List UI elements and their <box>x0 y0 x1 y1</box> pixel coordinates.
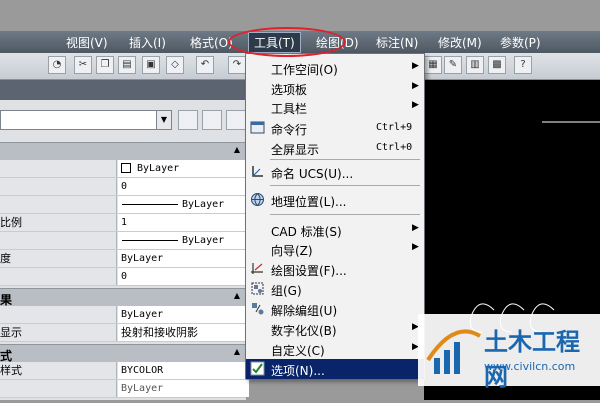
collapse-icon[interactable]: ▲ <box>234 291 240 300</box>
block-editor-icon[interactable]: ◇ <box>166 56 184 74</box>
publish-icon[interactable]: ◔ <box>48 56 66 74</box>
menu-separator <box>270 214 420 215</box>
menu-item-named-ucs[interactable]: 命名 UCS(U)... <box>246 162 424 182</box>
property-row[interactable]: ByLayer <box>0 306 249 324</box>
property-row[interactable]: ByLayer <box>0 160 246 178</box>
watermark-url: www.civilcn.com <box>484 360 576 373</box>
menu-item-clean-screen[interactable]: 全屏显示 Ctrl+0 <box>246 138 424 158</box>
section-3d-effects[interactable]: 果 ▲ <box>0 288 246 307</box>
property-row[interactable]: 显示 投射和接收阴影 <box>0 324 249 342</box>
property-row[interactable]: 度 ByLayer <box>0 250 249 268</box>
red-highlight-circle <box>228 27 346 57</box>
menu-dimension[interactable]: 标注(N) <box>376 34 418 51</box>
property-row[interactable]: ByLayer <box>0 232 246 250</box>
menu-item-options[interactable]: 选项(N)... <box>246 359 424 379</box>
lineweight-sample <box>122 239 178 241</box>
undo-icon[interactable]: ↶ <box>196 56 214 74</box>
property-row[interactable]: 比例 1 <box>0 214 249 232</box>
cut-icon[interactable]: ✂ <box>74 56 92 74</box>
menu-item-toolbars[interactable]: 工具栏 ▶ <box>246 97 424 117</box>
collapse-icon[interactable]: ▲ <box>234 145 240 154</box>
submenu-arrow-icon: ▶ <box>412 81 419 91</box>
menu-item-ungroup[interactable]: 解除编组(U) <box>246 299 424 319</box>
group-icon <box>250 281 265 296</box>
collapse-icon[interactable]: ▲ <box>234 347 240 356</box>
menu-item-geographic-location[interactable]: 地理位置(L)... <box>246 190 424 210</box>
menu-separator <box>270 185 420 186</box>
submenu-arrow-icon: ▶ <box>412 100 419 110</box>
paste-icon[interactable]: ▤ <box>118 56 136 74</box>
watermark-title: 土木工程网 <box>484 328 580 391</box>
pickadd-icon[interactable] <box>178 110 198 130</box>
section-general[interactable]: ▲ <box>0 142 246 160</box>
submenu-arrow-icon: ▶ <box>412 61 419 71</box>
quickcalc-icon[interactable]: ▥ <box>466 56 484 74</box>
property-row[interactable]: 样式 BYCOLOR <box>0 362 249 380</box>
menu-item-palettes[interactable]: 选项板 ▶ <box>246 78 424 98</box>
menu-insert[interactable]: 插入(I) <box>129 34 166 51</box>
menu-item-tablet[interactable]: 数字化仪(B) ▶ <box>246 319 424 339</box>
submenu-arrow-icon: ▶ <box>412 223 419 233</box>
select-objects-icon[interactable] <box>202 110 222 130</box>
menu-format[interactable]: 格式(O) <box>190 34 233 51</box>
menu-modify[interactable]: 修改(M) <box>438 34 482 51</box>
menu-item-cad-standards[interactable]: CAD 标准(S) ▶ <box>246 220 424 240</box>
property-row[interactable]: 0 <box>0 268 249 286</box>
civilcn-logo-icon <box>426 329 482 374</box>
menu-view[interactable]: 视图(V) <box>66 34 108 51</box>
menu-item-group[interactable]: 组(G) <box>246 279 424 299</box>
menu-item-wizards[interactable]: 向导(Z) ▶ <box>246 239 424 259</box>
properties-palette: ▼ ▲ ByLayer 0 ByLayer 比例 1 ByLayer 度 ByL… <box>0 80 249 400</box>
property-row[interactable]: ByLayer <box>0 196 246 214</box>
menu-parameters[interactable]: 参数(P) <box>500 34 541 51</box>
checkmark-icon <box>250 361 265 376</box>
quick-select-icon[interactable] <box>226 110 246 130</box>
menu-separator <box>270 159 420 160</box>
tools-dropdown-menu: 工作空间(O) ▶ 选项板 ▶ 工具栏 ▶ 命令行 Ctrl+9 全屏显示 Ct… <box>245 53 425 379</box>
globe-icon <box>250 192 265 207</box>
command-line-icon <box>250 120 265 135</box>
property-row[interactable]: 0 <box>0 178 249 196</box>
ucs-icon <box>250 164 265 179</box>
linetype-sample <box>122 203 178 205</box>
section-plot-style[interactable]: 式 ▲ <box>0 344 246 363</box>
match-properties-icon[interactable]: ▣ <box>142 56 160 74</box>
submenu-arrow-icon: ▶ <box>412 242 419 252</box>
drafting-settings-icon <box>250 261 265 276</box>
chevron-down-icon[interactable]: ▼ <box>156 111 171 129</box>
menu-item-workspaces[interactable]: 工作空间(O) ▶ <box>246 58 424 78</box>
copy-icon[interactable]: ❐ <box>96 56 114 74</box>
property-row[interactable]: ByLayer <box>0 380 249 398</box>
sheet-set-icon[interactable]: ▦ <box>424 56 442 74</box>
watermark-logo: 土木工程网 www.civilcn.com <box>418 314 600 391</box>
ungroup-icon <box>250 301 265 316</box>
selection-combo[interactable]: ▼ <box>0 110 172 130</box>
menu-item-customize[interactable]: 自定义(C) ▶ <box>246 339 424 359</box>
menu-item-drafting-settings[interactable]: 绘图设置(F)... <box>246 259 424 279</box>
palette-title-bar <box>0 80 246 100</box>
markup-icon[interactable]: ✎ <box>444 56 462 74</box>
calculator-icon[interactable]: ▩ <box>488 56 506 74</box>
help-icon[interactable]: ? <box>514 56 532 74</box>
menu-item-command-line[interactable]: 命令行 Ctrl+9 <box>246 118 424 138</box>
redo-icon[interactable]: ↷ <box>228 56 246 74</box>
color-swatch <box>121 163 131 173</box>
